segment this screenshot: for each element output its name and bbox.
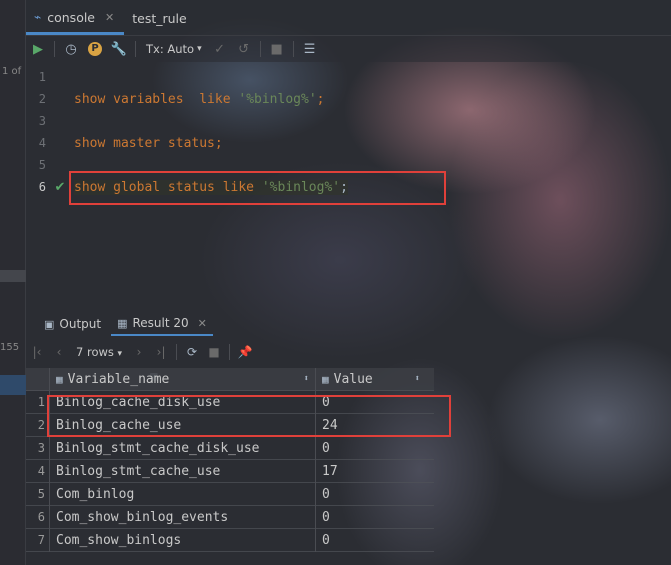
tab-result[interactable]: ▦ Result 20 ✕ — [111, 312, 213, 336]
undo-icon: ↺ — [238, 41, 250, 57]
highlight-box-query — [69, 171, 446, 205]
tab-output[interactable]: ▣ Output — [38, 312, 107, 336]
tx-mode-dropdown[interactable]: Tx: Auto ▾ — [140, 42, 208, 56]
grid-header: ▦ Variable_name ⬍ ▦ Value ⬍ — [26, 367, 434, 391]
rollback-button[interactable]: ↺ — [232, 38, 256, 60]
results-panel-tabs: ▣ Output ▦ Result 20 ✕ — [26, 312, 671, 336]
tab-label: Result 20 — [132, 316, 189, 330]
clock-icon: ◷ — [65, 41, 77, 57]
play-icon: ▶ — [33, 41, 43, 57]
chevron-down-icon: ▾ — [117, 349, 123, 359]
table-row[interactable]: 6 Com_show_binlog_events 0 — [26, 505, 434, 529]
output-icon: ▣ — [44, 317, 55, 331]
column-header-variable-name[interactable]: ▦ Variable_name ⬍ — [50, 367, 316, 391]
stop-icon: ■ — [208, 345, 220, 359]
profile-button[interactable]: P — [83, 38, 107, 60]
chevron-right-icon: › — [136, 345, 142, 359]
stop-button[interactable]: ■ — [203, 341, 225, 363]
line-number: 3 — [38, 114, 46, 128]
separator — [229, 344, 231, 360]
run-button[interactable]: ▶ — [26, 38, 50, 60]
column-icon: ▦ — [56, 372, 63, 386]
separator — [135, 41, 136, 57]
column-header-value[interactable]: ▦ Value ⬍ — [316, 368, 426, 391]
table-row[interactable]: 4 Binlog_stmt_cache_use 17 — [26, 459, 434, 483]
code-text: show master status; — [74, 135, 223, 151]
pin-icon: 📌 — [237, 345, 253, 359]
layout-button[interactable]: ☰ — [298, 38, 322, 60]
close-icon[interactable]: ✕ — [105, 11, 114, 24]
pin-button[interactable]: 📌 — [234, 341, 256, 363]
first-page-icon: |‹ — [32, 345, 42, 359]
p-badge-icon: P — [88, 42, 102, 56]
prev-page-button[interactable]: ‹ — [48, 341, 70, 363]
code-line[interactable]: 3 — [26, 110, 671, 132]
settings-button[interactable]: 🔧 — [107, 38, 131, 60]
refresh-button[interactable]: ⟳ — [181, 341, 203, 363]
separator — [259, 41, 261, 57]
commit-button[interactable]: ✓ — [208, 38, 232, 60]
next-page-button[interactable]: › — [128, 341, 150, 363]
console-icon: ⌁ — [34, 10, 42, 24]
highlight-box-results — [47, 395, 451, 437]
wrench-icon: 🔧 — [110, 41, 128, 57]
sort-icon[interactable]: ⬍ — [304, 368, 309, 391]
tx-label: Tx: Auto — [146, 42, 195, 56]
chevron-left-icon: ‹ — [56, 345, 62, 359]
code-text: show variables like '%binlog%'; — [74, 91, 325, 107]
tab-test-rule[interactable]: ▦ test_rule — [124, 1, 196, 384]
line-number: 2 — [38, 92, 46, 106]
last-page-icon: ›| — [156, 345, 166, 359]
table-row[interactable]: 7 Com_show_binlogs 0 — [26, 528, 434, 552]
stop-button[interactable]: ■ — [265, 38, 289, 60]
selected-item[interactable] — [0, 375, 26, 395]
list-icon: ☰ — [303, 41, 316, 57]
refresh-icon: ⟳ — [187, 345, 198, 359]
separator — [54, 41, 55, 57]
editor-tabs: ⌁ console ✕ ▦ test_rule — [26, 0, 671, 384]
editor-toolbar: ▶ ◷ P 🔧 Tx: Auto ▾ ✓ ↺ ■ ☰ — [26, 36, 671, 62]
table-icon: ▦ — [117, 316, 128, 330]
chevron-down-icon: ▾ — [197, 44, 202, 54]
code-line[interactable]: 1 — [26, 66, 671, 88]
table-row[interactable]: 3 Binlog_stmt_cache_disk_use 0 — [26, 436, 434, 460]
line-number: 6 — [38, 180, 46, 194]
separator — [176, 344, 178, 360]
stop-icon: ■ — [270, 41, 283, 57]
left-tool-strip: 1 of 155 — [0, 0, 26, 565]
tab-console[interactable]: ⌁ console ✕ — [26, 0, 125, 35]
column-icon: ▦ — [322, 372, 329, 386]
tab-label: console — [47, 9, 96, 25]
first-page-button[interactable]: |‹ — [26, 341, 48, 363]
code-line[interactable]: 4 show master status; — [26, 132, 671, 154]
rows-dropdown[interactable]: 7 rows ▾ — [70, 345, 128, 359]
last-page-button[interactable]: ›| — [150, 341, 172, 363]
count-text: 155 — [0, 342, 20, 353]
pager-text: 1 of — [2, 66, 22, 77]
line-number: 1 — [38, 70, 46, 84]
close-icon[interactable]: ✕ — [198, 317, 207, 330]
separator — [292, 41, 294, 57]
history-button[interactable]: ◷ — [59, 38, 83, 60]
code-line[interactable]: 2 show variables like '%binlog%'; — [26, 88, 671, 110]
horizontal-scrollbar[interactable] — [0, 270, 26, 282]
tab-label: test_rule — [132, 10, 187, 26]
sort-icon[interactable]: ⬍ — [415, 368, 420, 391]
line-number: 5 — [38, 158, 46, 172]
tab-label: Output — [59, 317, 102, 331]
line-number: 4 — [38, 136, 46, 150]
table-row[interactable]: 5 Com_binlog 0 — [26, 482, 434, 506]
results-toolbar: |‹ ‹ 7 rows ▾ › ›| ⟳ ■ 📌 — [26, 340, 671, 364]
check-icon: ✓ — [214, 41, 226, 57]
